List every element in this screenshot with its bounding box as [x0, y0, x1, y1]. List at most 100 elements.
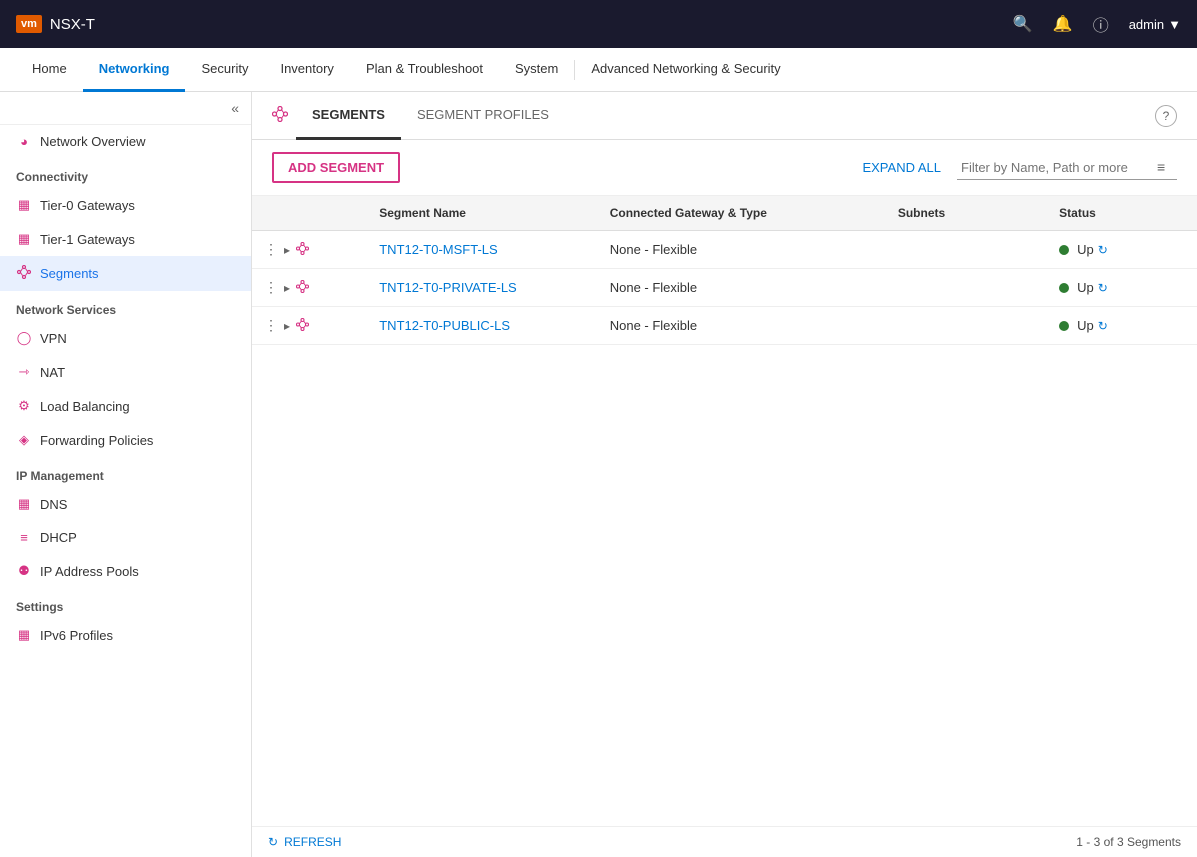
table-body: ⋮ ▸: [252, 231, 1197, 345]
sidebar-item-label: NAT: [40, 365, 65, 380]
ip-management-section-label: IP Management: [0, 457, 251, 487]
row-more-options[interactable]: ⋮: [264, 279, 278, 296]
sidebar-item-tier0-gateways[interactable]: ▦ Tier-0 Gateways: [0, 188, 251, 222]
nat-icon: ⇾: [16, 364, 32, 380]
nav-security[interactable]: Security: [185, 48, 264, 92]
topbar: vm NSX-T 🔍 🔔 ⓘ admin ▼: [0, 0, 1197, 48]
row-expand-icon[interactable]: ▸: [284, 243, 290, 257]
sidebar-item-ipv6-profiles[interactable]: ▦ IPv6 Profiles: [0, 618, 251, 652]
sidebar-item-segments[interactable]: Segments: [0, 256, 251, 291]
segment-name-link[interactable]: TNT12-T0-PUBLIC-LS: [379, 318, 510, 333]
segment-name-link[interactable]: TNT12-T0-PRIVATE-LS: [379, 280, 516, 295]
table-row: ⋮ ▸: [252, 307, 1197, 345]
status-indicator: [1059, 321, 1069, 331]
chevron-down-icon: ▼: [1168, 17, 1181, 32]
row-segment-icon: [296, 280, 309, 296]
gateway-cell: None - Flexible: [598, 307, 886, 345]
sidebar-item-ip-address-pools[interactable]: ⚉ IP Address Pools: [0, 554, 251, 588]
col-status-header: Status: [1047, 196, 1197, 231]
sidebar: « ◕ Network Overview Connectivity ▦ Tier…: [0, 92, 252, 857]
refresh-icon: ↻: [268, 835, 278, 849]
network-overview-icon: ◕: [16, 134, 32, 149]
sidebar-item-nat[interactable]: ⇾ NAT: [0, 355, 251, 389]
nav-home[interactable]: Home: [16, 48, 83, 92]
sidebar-item-label: Tier-0 Gateways: [40, 198, 135, 213]
refresh-label: REFRESH: [284, 835, 341, 849]
nav-inventory[interactable]: Inventory: [264, 48, 349, 92]
row-more-options[interactable]: ⋮: [264, 241, 278, 258]
segments-tab-icon: [272, 106, 288, 126]
gateway-cell: None - Flexible: [598, 269, 886, 307]
nav-advanced[interactable]: Advanced Networking & Security: [575, 48, 796, 92]
sidebar-item-label: DNS: [40, 497, 67, 512]
status-refresh-icon[interactable]: ↻: [1098, 281, 1108, 295]
filter-input[interactable]: [957, 156, 1157, 179]
collapse-sidebar-button[interactable]: «: [231, 100, 239, 116]
sidebar-item-forwarding-policies[interactable]: ◈ Forwarding Policies: [0, 423, 251, 457]
load-balancing-icon: ⚙: [16, 398, 32, 414]
sidebar-item-dhcp[interactable]: ≡ DHCP: [0, 521, 251, 554]
segment-name-link[interactable]: TNT12-T0-MSFT-LS: [379, 242, 497, 257]
gateway-cell: None - Flexible: [598, 231, 886, 269]
col-subnets-header: Subnets: [886, 196, 1047, 231]
sidebar-item-dns[interactable]: ▦ DNS: [0, 487, 251, 521]
user-menu[interactable]: admin ▼: [1129, 17, 1181, 32]
sidebar-item-label: Network Overview: [40, 134, 145, 149]
table-area: Segment Name Connected Gateway & Type Su…: [252, 196, 1197, 826]
help-icon[interactable]: ⓘ: [1093, 12, 1109, 36]
filter-container: ≡: [957, 156, 1177, 180]
tab-segments[interactable]: SEGMENTS: [296, 92, 401, 140]
dhcp-icon: ≡: [16, 530, 32, 545]
content-tabs: SEGMENTS SEGMENT PROFILES ?: [252, 92, 1197, 140]
sidebar-collapse-area: «: [0, 92, 251, 125]
tier0-icon: ▦: [16, 197, 32, 213]
sidebar-item-label: IPv6 Profiles: [40, 628, 113, 643]
tab-segment-profiles[interactable]: SEGMENT PROFILES: [401, 92, 565, 140]
main-layout: « ◕ Network Overview Connectivity ▦ Tier…: [0, 92, 1197, 857]
nav-system[interactable]: System: [499, 48, 574, 92]
status-text: Up: [1077, 280, 1094, 295]
nav-plan-troubleshoot[interactable]: Plan & Troubleshoot: [350, 48, 499, 92]
sidebar-item-label: Segments: [40, 266, 99, 281]
subnets-cell: [886, 231, 1047, 269]
table-footer: ↻ REFRESH 1 - 3 of 3 Segments: [252, 826, 1197, 857]
status-indicator: [1059, 283, 1069, 293]
navbar: Home Networking Security Inventory Plan …: [0, 48, 1197, 92]
sidebar-item-network-overview[interactable]: ◕ Network Overview: [0, 125, 251, 158]
app-title: NSX-T: [50, 16, 95, 33]
filter-icon[interactable]: ≡: [1157, 159, 1165, 175]
add-segment-button[interactable]: ADD SEGMENT: [272, 152, 400, 183]
sidebar-item-label: DHCP: [40, 530, 77, 545]
sidebar-item-label: VPN: [40, 331, 67, 346]
toolbar: ADD SEGMENT EXPAND ALL ≡: [252, 140, 1197, 196]
ipv6-icon: ▦: [16, 627, 32, 643]
network-services-section-label: Network Services: [0, 291, 251, 321]
sidebar-item-load-balancing[interactable]: ⚙ Load Balancing: [0, 389, 251, 423]
table-row: ⋮ ▸: [252, 269, 1197, 307]
status-refresh-icon[interactable]: ↻: [1098, 243, 1108, 257]
vpn-icon: ◯: [16, 330, 32, 346]
help-button[interactable]: ?: [1155, 105, 1177, 127]
row-expand-icon[interactable]: ▸: [284, 319, 290, 333]
sidebar-item-tier1-gateways[interactable]: ▦ Tier-1 Gateways: [0, 222, 251, 256]
search-icon[interactable]: 🔍: [1013, 14, 1033, 34]
row-more-options[interactable]: ⋮: [264, 317, 278, 334]
row-expand-icon[interactable]: ▸: [284, 281, 290, 295]
row-segment-icon: [296, 318, 309, 334]
sidebar-item-vpn[interactable]: ◯ VPN: [0, 321, 251, 355]
bell-icon[interactable]: 🔔: [1053, 14, 1073, 34]
expand-all-button[interactable]: EXPAND ALL: [862, 160, 941, 175]
refresh-button[interactable]: ↻ REFRESH: [268, 835, 341, 849]
user-label: admin: [1129, 17, 1164, 32]
segments-icon: [16, 265, 32, 282]
status-text: Up: [1077, 318, 1094, 333]
vm-logo: vm: [16, 15, 42, 33]
tier1-icon: ▦: [16, 231, 32, 247]
col-name-header: Segment Name: [367, 196, 597, 231]
segments-table: Segment Name Connected Gateway & Type Su…: [252, 196, 1197, 345]
subnets-cell: [886, 269, 1047, 307]
status-refresh-icon[interactable]: ↻: [1098, 319, 1108, 333]
sidebar-item-label: IP Address Pools: [40, 564, 139, 579]
sidebar-item-label: Load Balancing: [40, 399, 130, 414]
nav-networking[interactable]: Networking: [83, 48, 186, 92]
